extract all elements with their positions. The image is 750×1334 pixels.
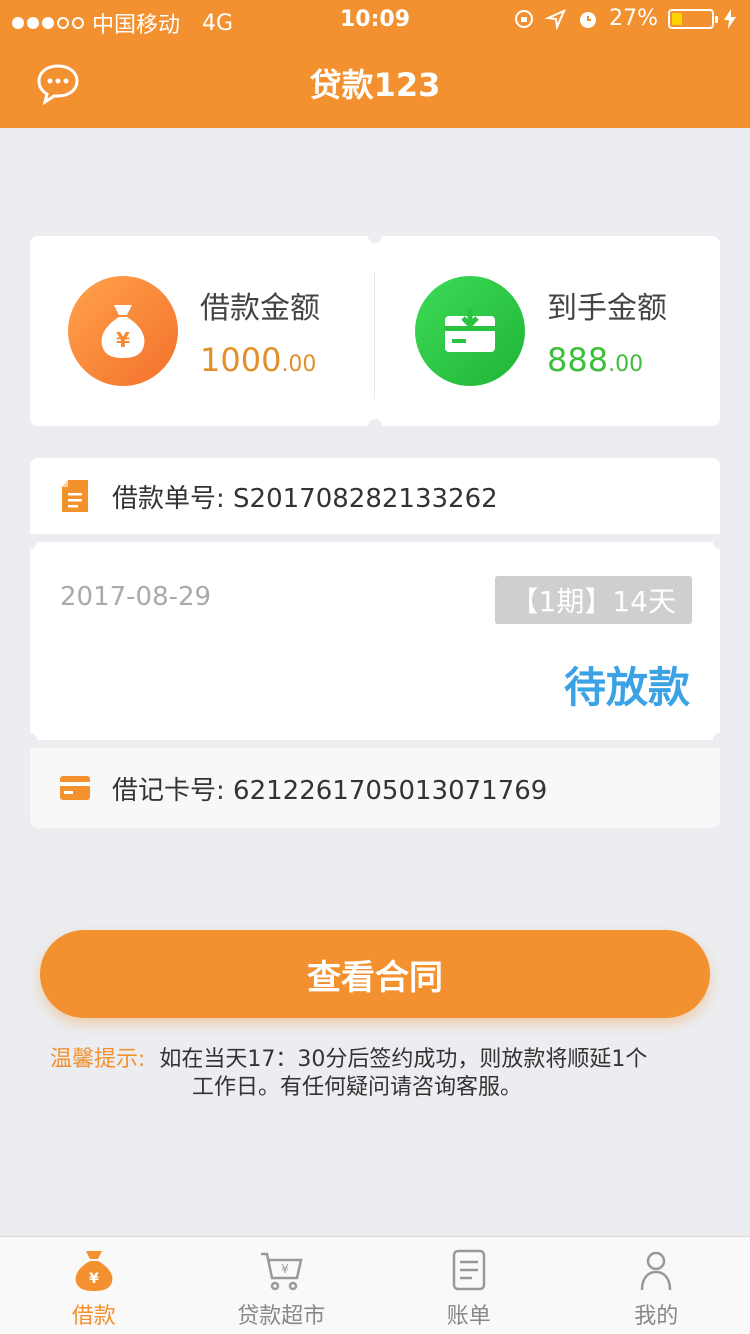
bank-card-icon	[60, 776, 90, 800]
bill-icon	[452, 1249, 485, 1291]
tab-loan-market[interactable]: ¥ 贷款超市	[188, 1237, 376, 1334]
order-detail: 2017-08-29 【1期】14天 待放款	[23, 535, 727, 747]
tab-bill[interactable]: 账单	[375, 1237, 563, 1334]
charging-icon	[724, 8, 736, 29]
order-date: 2017-08-29	[60, 582, 212, 612]
card-number: 借记卡号: 6212261705013071769	[112, 775, 548, 806]
status-bar: 中国移动 4G 10:09 27%	[0, 0, 750, 40]
money-bag-icon: ¥	[75, 1251, 113, 1291]
svg-text:¥: ¥	[89, 1271, 99, 1287]
view-contract-button[interactable]: 查看合同	[40, 930, 710, 1018]
card-number-row: 借记卡号: 6212261705013071769	[30, 748, 720, 828]
period-badge: 【1期】14天	[494, 576, 692, 624]
received-amount-value: 888.00	[547, 341, 644, 379]
tab-loan[interactable]: ¥ 借款	[0, 1237, 188, 1334]
svg-text:¥: ¥	[116, 328, 130, 352]
page-title: 贷款123	[309, 66, 441, 104]
loan-amount-value: 1000.00	[200, 341, 317, 379]
card-download-icon	[415, 276, 525, 386]
received-amount: 到手金额 888.00	[415, 276, 667, 386]
tab-mine[interactable]: 我的	[563, 1237, 750, 1334]
loan-amount: ¥ 借款金额 1000.00	[68, 276, 320, 386]
tab-bar: ¥ 借款 ¥ 贷款超市 账单 我的	[0, 1236, 750, 1334]
money-bag-icon: ¥	[68, 276, 178, 386]
shopping-cart-icon: ¥	[261, 1252, 303, 1291]
rotation-lock-icon	[515, 9, 534, 28]
tip-label: 温馨提示:	[50, 1047, 146, 1072]
battery-percent: 27%	[609, 6, 658, 31]
order-status: 待放款	[563, 663, 690, 712]
document-icon	[62, 480, 88, 512]
battery-icon	[668, 8, 718, 29]
person-icon	[641, 1251, 672, 1291]
svg-text:¥: ¥	[281, 1262, 289, 1276]
top-header: 中国移动 4G 10:09 27% 贷款123	[0, 0, 750, 128]
received-amount-label: 到手金额	[547, 291, 667, 326]
loan-amount-label: 借款金额	[200, 291, 320, 326]
alarm-icon	[580, 11, 597, 28]
order-number: 借款单号: S201708282133262	[112, 483, 498, 514]
amount-card: ¥ 借款金额 1000.00 到手金额 888.00	[30, 229, 720, 433]
order-number-row: 借款单号: S201708282133262	[30, 458, 720, 534]
tip-text: 温馨提示: 如在当天17：30分后签约成功，则放款将顺延1个 工作日。有任何疑问…	[50, 1047, 648, 1100]
location-icon	[545, 8, 567, 30]
